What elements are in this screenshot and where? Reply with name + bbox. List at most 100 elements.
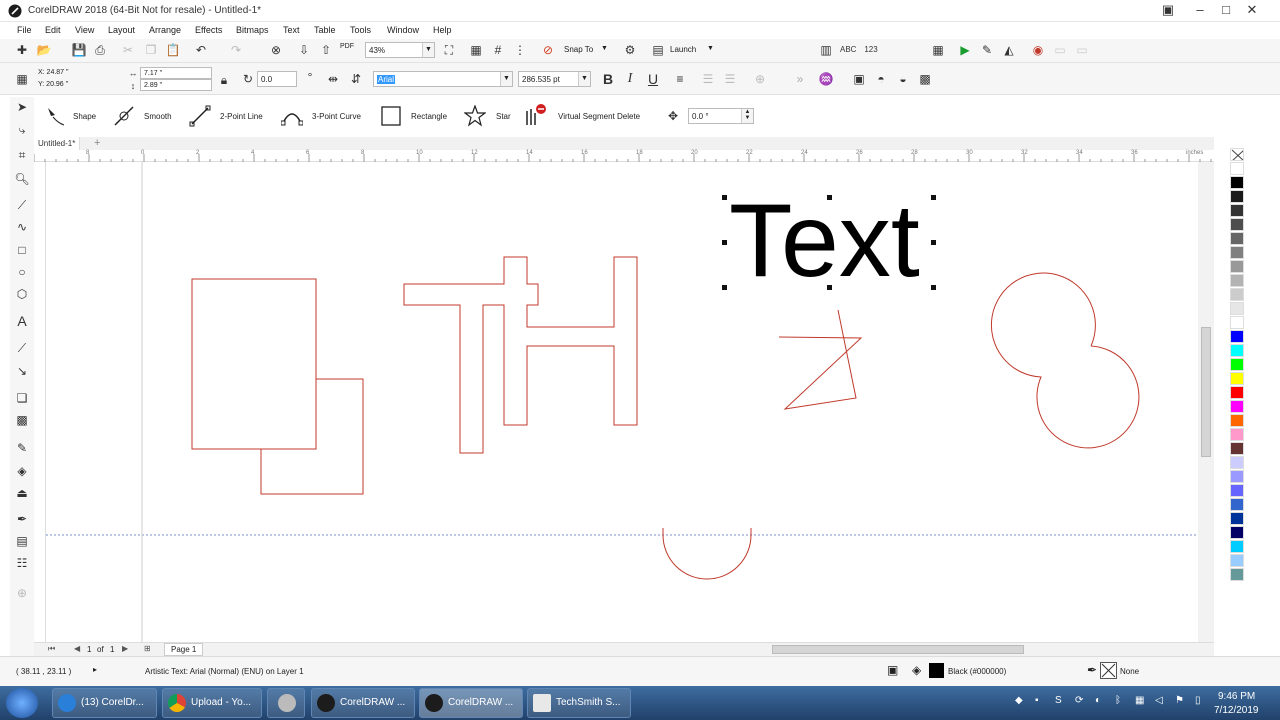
bullet-list-icon[interactable]: ☰ [700,71,716,87]
menu-arrange[interactable]: Arrange [149,25,181,35]
first-page-icon[interactable]: ⏮ [48,644,55,654]
print-icon[interactable]: ⎙ [92,42,108,58]
rectangle-shape[interactable] [191,278,317,450]
taskbar-chrome-upload[interactable]: Upload - Yo... [162,688,262,718]
color-swatch[interactable] [1230,218,1244,231]
three-point-curve-label[interactable]: 3-Point Curve [312,112,361,121]
pick-tool-icon[interactable]: ➤ [14,99,30,115]
rectangle-shape[interactable] [260,378,364,495]
gear-icon[interactable]: ⚙ [622,42,638,58]
zoom-level-select[interactable]: 43% ▼ [365,42,435,58]
color-swatch[interactable] [1230,526,1244,539]
color-swatch[interactable] [1230,540,1244,553]
export-icon[interactable]: ⇧ [318,42,334,58]
chevron-down-icon[interactable]: ▼ [601,45,608,52]
mirror-horizontal-icon[interactable]: ⇹ [325,71,341,87]
lock-ratio-icon[interactable]: 🔒︎ [216,72,232,88]
network-icon[interactable]: ▦ [1135,695,1144,706]
color-swatch[interactable] [1230,246,1244,259]
virtual-segment-delete-icon[interactable] [524,103,548,127]
interactive-fill-icon[interactable]: ◈ [14,463,30,479]
tray-icon[interactable]: ⟳ [1075,695,1083,706]
fill-color-swatch[interactable] [929,663,944,678]
color-swatch[interactable] [1230,232,1244,245]
underline-button[interactable]: U [645,71,661,87]
color-swatch[interactable] [1230,372,1244,385]
artistic-text-object[interactable]: Text [729,187,920,295]
more-icon[interactable]: » [792,71,808,87]
quick-customize-icon[interactable]: ▩ [917,71,933,87]
no-outline-swatch[interactable] [1100,662,1117,679]
color-swatch[interactable] [1230,470,1244,483]
tray-icon[interactable]: S [1055,695,1062,706]
start-button[interactable] [6,688,38,718]
menu-text[interactable]: Text [283,25,300,35]
no-color-swatch[interactable] [1230,148,1244,161]
menu-file[interactable]: File [17,25,32,35]
play-icon[interactable]: ▶ [957,42,973,58]
shape-tool-label[interactable]: Shape [73,112,96,121]
edit-macro-icon[interactable]: ✎ [979,42,995,58]
open-folder-icon[interactable]: 📂 [36,42,52,58]
record-icon[interactable]: ◉ [1030,42,1046,58]
snap-to-button[interactable]: Snap To [564,45,593,54]
color-swatch[interactable] [1230,330,1244,343]
add-icon[interactable]: ⊕ [752,71,768,87]
snap-off-icon[interactable]: ⊘ [540,42,556,58]
clock-time[interactable]: 9:46 PM [1218,691,1255,702]
color-swatch[interactable] [1230,414,1244,427]
zoom-tool-icon[interactable]: 🔍︎ [14,171,30,187]
menu-layout[interactable]: Layout [108,25,135,35]
star-tool-label[interactable]: Star [496,112,511,121]
color-proofing-icon[interactable]: ▣ [887,663,898,677]
outline-pen-icon[interactable]: ✒ [1087,663,1097,677]
menu-effects[interactable]: Effects [195,25,222,35]
x-position-field[interactable]: X: 24.87 " [35,67,117,79]
rectangle-icon[interactable]: □ [14,242,30,258]
color-swatch[interactable] [1230,274,1244,287]
shape-tool-icon[interactable]: ⤷ [14,122,30,138]
drop-cap-icon[interactable]: ☰ [722,71,738,87]
color-swatch[interactable] [1230,316,1244,329]
bold-button[interactable]: B [600,71,616,87]
new-document-icon[interactable]: ✚ [14,42,30,58]
barcode-icon[interactable]: ▥ [818,42,834,58]
menu-edit[interactable]: Edit [45,25,61,35]
font-size-select[interactable]: 286.535 pt ▼ [518,71,591,87]
menu-view[interactable]: View [75,25,94,35]
object-properties-icon[interactable]: ▤ [14,533,30,549]
maximize-button[interactable]: □ [1214,2,1238,18]
transparency-icon[interactable]: ▩ [14,412,30,428]
color-swatch[interactable] [1230,386,1244,399]
vertical-ruler[interactable] [34,162,46,642]
smooth-tool-icon[interactable] [113,105,135,127]
search-content-icon[interactable]: ⊗ [268,42,284,58]
vertical-text-icon[interactable]: ◒ [895,71,911,87]
taskbar-coreldraw-2[interactable]: CorelDRAW ... [419,688,523,718]
color-swatch[interactable] [1230,498,1244,511]
launch-button[interactable]: Launch [670,45,696,54]
vertical-scroll-thumb[interactable] [1201,327,1211,457]
stop-icon[interactable]: ▭ [1074,42,1090,58]
polygon-icon[interactable]: ⬡ [14,286,30,302]
align-icon[interactable]: ☷ [14,555,30,571]
menu-table[interactable]: Table [314,25,336,35]
menu-bitmaps[interactable]: Bitmaps [236,25,269,35]
double-circle-shape[interactable] [990,272,1140,449]
volume-icon[interactable]: ◁ [1155,695,1163,706]
zigzag-line[interactable] [778,309,863,410]
flag-icon[interactable]: ⚑ [1175,695,1184,706]
rectangle-tool-icon[interactable] [380,105,402,127]
paste-icon[interactable]: 📋 [165,42,181,58]
two-point-line-label[interactable]: 2-Point Line [220,112,263,121]
connector-icon[interactable]: ↘ [14,363,30,379]
bluetooth-icon[interactable]: ᛒ [1115,695,1121,706]
tray-icon[interactable]: ◆ [1015,695,1023,706]
color-swatch[interactable] [1230,176,1244,189]
smart-fill-icon[interactable]: ⏏ [14,485,30,501]
add-page-icon[interactable]: ⊞ [144,644,151,653]
tray-icon[interactable]: ◐ [1095,695,1101,706]
mirror-vertical-icon[interactable]: ⇵ [348,71,364,87]
show-rulers-icon[interactable]: ▦ [468,42,484,58]
redo-icon[interactable]: ↷ [228,42,244,58]
